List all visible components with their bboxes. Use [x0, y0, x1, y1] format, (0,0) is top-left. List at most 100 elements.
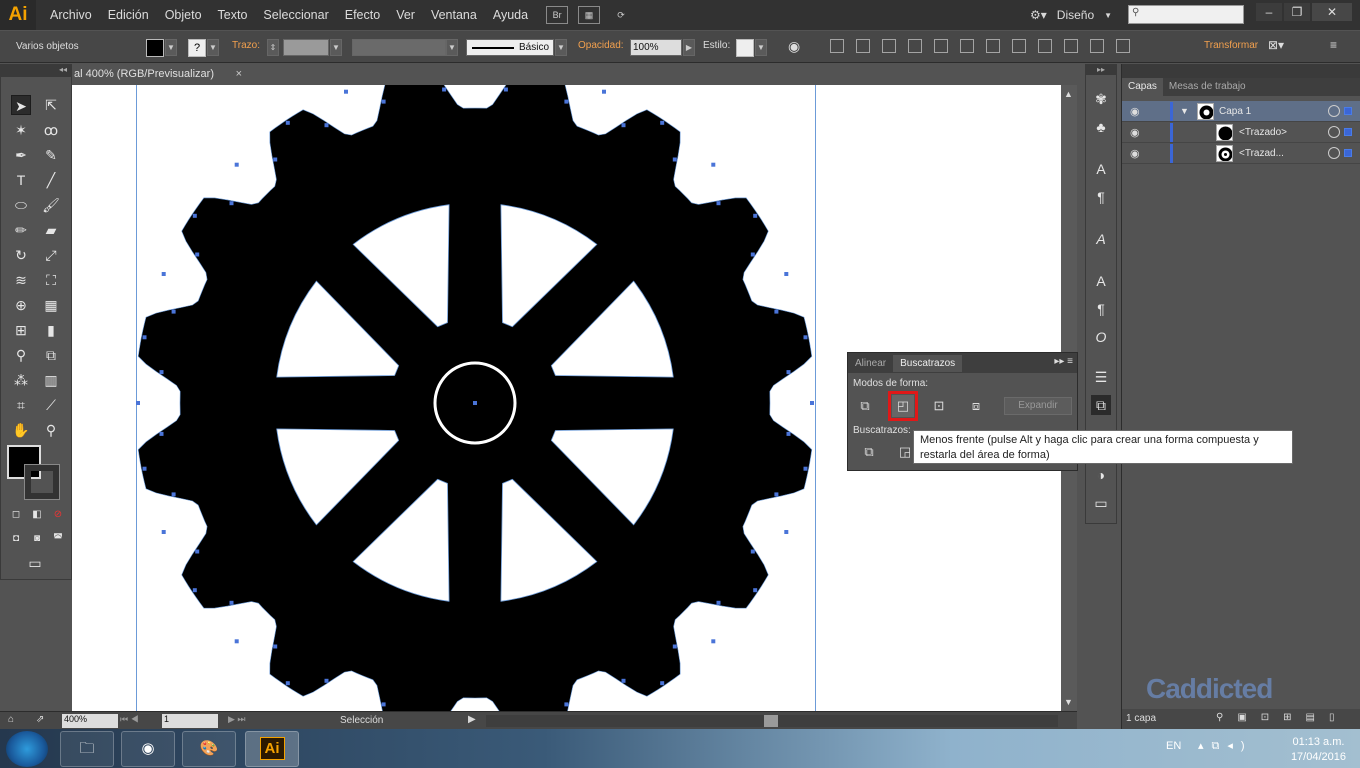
clock[interactable]: 01:13 a.m. 17/04/2016	[1291, 735, 1346, 765]
anchor-point[interactable]	[672, 157, 677, 162]
graphic-style-swatch[interactable]	[736, 39, 754, 57]
distribute-hcenter-icon[interactable]	[1116, 39, 1130, 53]
color-mode-icon[interactable]: ◻	[6, 505, 26, 525]
anchor-point[interactable]	[810, 401, 814, 405]
anchor-point[interactable]	[192, 213, 197, 218]
appearance-icon[interactable]: ◑	[1091, 465, 1111, 485]
fill-dropdown[interactable]: ▼	[165, 39, 177, 56]
menu-texto[interactable]: Texto	[210, 0, 256, 30]
stroke-dropdown[interactable]: ▼	[207, 39, 219, 56]
explorer-taskbar-icon[interactable]: 🗀	[60, 731, 114, 767]
language-indicator[interactable]: EN	[1166, 740, 1181, 752]
layer-row[interactable]: ◉ ▼ Capa 1	[1122, 101, 1360, 122]
anchor-point[interactable]	[564, 99, 569, 104]
sync-icon[interactable]: ⚙▾	[1030, 8, 1047, 22]
width-tool-icon[interactable]: ≋	[11, 270, 31, 290]
align-hcenter-icon[interactable]	[882, 39, 896, 53]
anchor-point[interactable]	[784, 530, 789, 534]
free-transform-tool-icon[interactable]: ⛶	[41, 270, 61, 290]
anchor-point[interactable]	[142, 335, 147, 340]
anchor-point[interactable]	[171, 309, 176, 314]
shape-builder-tool-icon[interactable]: ⊕	[11, 295, 31, 315]
zoom-tool-icon[interactable]: ⚲	[41, 420, 61, 440]
anchor-point[interactable]	[784, 272, 789, 276]
menu-seleccionar[interactable]: Seleccionar	[255, 0, 336, 30]
style-dropdown[interactable]: ▼	[755, 39, 767, 56]
symbol-sprayer-icon[interactable]: ✾	[1091, 89, 1111, 109]
draw-inside-icon[interactable]: ◚	[48, 529, 68, 549]
scale-tool-icon[interactable]: ⤢	[41, 245, 61, 265]
menu-efecto[interactable]: Efecto	[337, 0, 388, 30]
isolate-icon[interactable]: ⊠▾	[1268, 38, 1284, 52]
align-bottom-icon[interactable]	[986, 39, 1000, 53]
bridge-button[interactable]: Br	[546, 6, 569, 24]
none-mode-icon[interactable]: ⊘	[48, 505, 68, 525]
screen-mode-icon[interactable]: ▭	[25, 553, 45, 573]
menu-ventana[interactable]: Ventana	[423, 0, 485, 30]
scroll-down-arrow[interactable]: ▼	[1064, 697, 1073, 707]
first-artboard-icon[interactable]: ⏮ ◀	[120, 714, 139, 725]
anchor-point[interactable]	[344, 89, 348, 94]
anchor-point[interactable]	[753, 213, 758, 218]
anchor-point[interactable]	[672, 644, 677, 649]
align-right-icon[interactable]	[908, 39, 922, 53]
exclude-button[interactable]: ⧈	[965, 395, 987, 417]
tab-capas[interactable]: Capas	[1122, 78, 1163, 96]
distribute-left-icon[interactable]	[1090, 39, 1104, 53]
anchor-point[interactable]	[324, 678, 329, 683]
tray-icons[interactable]: ▴⧉◂)	[1198, 739, 1253, 753]
stroke-color-box[interactable]	[24, 464, 60, 500]
menu-ver[interactable]: Ver	[388, 0, 423, 30]
tools-panel-header[interactable]: ◂◂	[1, 65, 71, 77]
line-tool-icon[interactable]: ╱	[41, 170, 61, 190]
tab-buscatrazos[interactable]: Buscatrazos	[893, 354, 963, 372]
divide-button[interactable]: ⧉	[858, 441, 880, 463]
anchor-point[interactable]	[786, 431, 791, 436]
align-panel-icon[interactable]: ☰	[1091, 367, 1111, 387]
anchor-point[interactable]	[774, 492, 779, 497]
stroke-weight-dropdown[interactable]: ▼	[330, 39, 342, 56]
gpu-performance-icon[interactable]: ⟳	[610, 6, 632, 24]
menu-archivo[interactable]: Archivo	[42, 0, 100, 30]
anchor-point[interactable]	[159, 370, 164, 375]
anchor-point[interactable]	[564, 702, 569, 707]
mesh-tool-icon[interactable]: ⊞	[11, 320, 31, 340]
selection-indicator[interactable]	[1344, 107, 1352, 115]
panel-menu-icon[interactable]: ▸▸ ≡	[1054, 356, 1073, 367]
intersect-button[interactable]: ⊡	[928, 395, 950, 417]
recolor-icon[interactable]: ◉	[788, 38, 800, 55]
draw-normal-icon[interactable]: ◘	[6, 529, 26, 549]
anchor-point[interactable]	[716, 201, 721, 206]
opacity-field[interactable]: 100%	[630, 39, 682, 56]
selection-indicator[interactable]	[1344, 128, 1352, 136]
horizontal-scroll-thumb[interactable]	[764, 715, 778, 727]
anchor-point[interactable]	[136, 401, 140, 405]
eraser-tool-icon[interactable]: ▰	[41, 220, 61, 240]
column-graph-tool-icon[interactable]: ▥	[41, 370, 61, 390]
anchor-point[interactable]	[750, 549, 755, 554]
layer-action-icons[interactable]: ⚲▣⊡⊞▤▯	[1216, 712, 1348, 723]
variable-width-profile[interactable]	[352, 39, 446, 56]
anchor-point[interactable]	[195, 252, 200, 257]
tab-mesas-de-trabajo[interactable]: Mesas de trabajo	[1163, 78, 1252, 96]
anchor-point[interactable]	[621, 123, 626, 128]
pencil-tool-icon[interactable]: ✏	[11, 220, 31, 240]
profile-dropdown[interactable]: ▼	[446, 39, 458, 56]
distribute-top-icon[interactable]	[1012, 39, 1026, 53]
type-tool-icon[interactable]: T	[11, 170, 31, 190]
sublayer-row[interactable]: ◉ <Trazado>	[1122, 122, 1360, 143]
scroll-up-arrow[interactable]: ▲	[1064, 89, 1073, 99]
distribute-bottom-icon[interactable]	[1064, 39, 1078, 53]
anchor-point[interactable]	[503, 87, 508, 92]
paintbrush-tool-icon[interactable]: 🖌	[41, 195, 61, 215]
anchor-point[interactable]	[285, 681, 290, 686]
character-icon[interactable]: A	[1091, 229, 1111, 249]
document-tab[interactable]: al 400% (RGB/Previsualizar) ×	[72, 64, 248, 85]
gradient-mode-icon[interactable]: ◧	[27, 505, 47, 525]
perspective-grid-tool-icon[interactable]: ▦	[41, 295, 61, 315]
chevron-down-icon[interactable]: ▼	[1104, 11, 1112, 20]
current-tool-status[interactable]: Selección	[340, 715, 383, 726]
stroke-label[interactable]: Trazo:	[232, 40, 260, 51]
anchor-point[interactable]	[195, 549, 200, 554]
anchor-point[interactable]	[660, 120, 665, 125]
